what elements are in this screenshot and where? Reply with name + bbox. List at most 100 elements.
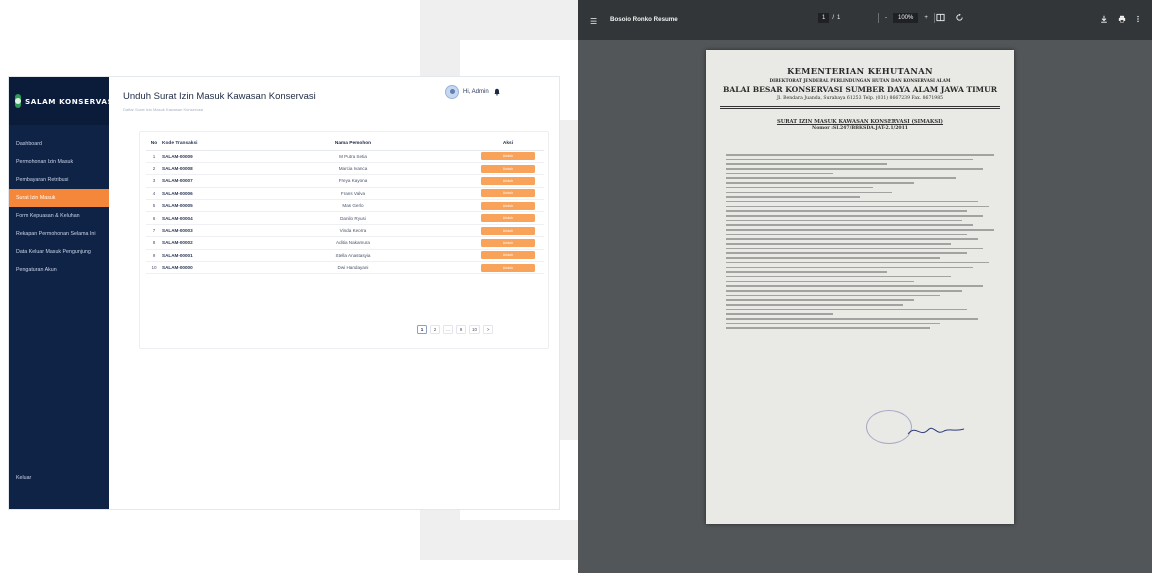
row-number: 5	[146, 199, 162, 213]
row-aksi: Unduh	[472, 261, 544, 275]
row-kode-transaksi: SALAM-00008	[162, 162, 234, 176]
download-icon[interactable]	[1100, 15, 1108, 23]
download-button[interactable]: Unduh	[481, 226, 535, 235]
sidebar-item[interactable]: Permohonan Izin Masuk	[9, 153, 109, 171]
download-button[interactable]: Unduh	[481, 164, 535, 173]
avatar[interactable]	[445, 85, 459, 99]
download-button[interactable]: Unduh	[481, 214, 535, 223]
zoom-level-input[interactable]: 100%	[893, 13, 919, 23]
download-button[interactable]: Unduh	[481, 189, 535, 198]
text-line	[726, 200, 978, 203]
download-button[interactable]: Unduh	[481, 152, 535, 161]
row-nama-pemohon: Vinda Keorra	[234, 224, 472, 238]
text-line	[726, 322, 941, 325]
actions-icons	[1100, 15, 1140, 23]
row-kode-transaksi: SALAM-00007	[162, 174, 234, 188]
page-indicator: 1 / 1	[818, 13, 840, 23]
table-row: 8 SALAM-00002 Aditia Nakamura Unduh	[146, 236, 544, 250]
row-number: 6	[146, 211, 162, 225]
table-body: 1 SALAM-00009 M Putra Setia Unduh 2 SALAM-000…	[146, 150, 544, 275]
signature	[907, 427, 965, 435]
sidebar-item[interactable]: Data Keluar Masuk Pengunjung	[9, 243, 109, 261]
fit-page-icon[interactable]	[936, 13, 945, 22]
zoom-out-button[interactable]: -	[885, 15, 887, 21]
text-line	[726, 210, 968, 212]
row-nama-pemohon: M Putra Setia	[234, 150, 472, 163]
toolbar-divider	[878, 13, 879, 23]
download-button[interactable]: Unduh	[481, 263, 535, 272]
logout-link[interactable]: Keluar	[16, 475, 31, 481]
letterhead-office: BALAI BESAR KONSERVASI SUMBER DAYA ALAM …	[722, 85, 998, 94]
sidebar-menu: Dashboard Permohonan Izin Masuk Pembayaran…	[9, 135, 109, 279]
user-menu[interactable]: Hi, Admin	[445, 85, 501, 99]
row-kode-transaksi: SALAM-00009	[162, 150, 234, 163]
download-button[interactable]: Unduh	[481, 201, 535, 210]
letterhead-directorate: DIREKTORAT JENDERAL PERLINDUNGAN HUTAN D…	[769, 78, 951, 83]
row-nama-pemohon: Aditia Nakamura	[234, 236, 472, 250]
pagination-item: ...	[443, 325, 453, 334]
table-row: 9 SALAM-00001 Stella Anastasyia Unduh	[146, 249, 544, 263]
page-title: Unduh Surat Izin Masuk Kawasan Konservas…	[123, 91, 316, 102]
bell-icon[interactable]	[493, 88, 501, 96]
row-kode-transaksi: SALAM-00006	[162, 187, 234, 201]
text-line	[726, 289, 962, 292]
rotate-icon[interactable]	[955, 13, 964, 22]
row-number: 7	[146, 224, 162, 238]
main-content: Unduh Surat Izin Masuk Kawasan Konservas…	[109, 77, 559, 509]
download-button[interactable]: Unduh	[481, 251, 535, 260]
pagination-item[interactable]: 9	[456, 325, 466, 334]
pagination: 1 2... 9 10 >	[417, 325, 494, 334]
text-line	[726, 205, 989, 208]
sidebar-item[interactable]: Pengaturan Akun	[9, 261, 109, 279]
row-nama-pemohon: Marcia Ivanca	[234, 162, 472, 176]
header-no: No	[146, 138, 162, 151]
brand[interactable]: SALAM KONSERVASI	[9, 77, 116, 125]
download-button[interactable]: Unduh	[481, 238, 535, 247]
text-line	[726, 191, 893, 194]
sidebar-item[interactable]: Rekapan Permohonan Selama Ini	[9, 225, 109, 243]
row-kode-transaksi: SALAM-00002	[162, 236, 234, 250]
table-row: 5 SALAM-00005 Mas Gerlo Unduh	[146, 199, 544, 213]
letterhead-ministry: KEMENTERIAN KEHUTANAN	[787, 66, 933, 76]
text-line	[726, 214, 984, 217]
print-icon[interactable]	[1118, 15, 1126, 23]
text-line	[726, 257, 941, 259]
row-nama-pemohon: Dwi Handayani	[234, 261, 472, 275]
sidebar-item[interactable]: Form Kepuasan & Keluhan	[9, 207, 109, 225]
download-button[interactable]: Unduh	[481, 176, 535, 185]
sidebar-item[interactable]: Pembayaran Retribusi	[9, 171, 109, 189]
text-line	[726, 285, 984, 287]
pagination-item[interactable]: 10	[469, 325, 481, 334]
row-number: 8	[146, 236, 162, 250]
pagination-item[interactable]: 2	[430, 325, 440, 334]
table-row: 7 SALAM-00003 Vinda Keorra Unduh	[146, 224, 544, 238]
text-line	[726, 196, 860, 198]
text-line	[726, 177, 957, 180]
sidebar-item[interactable]: Dashboard	[9, 135, 109, 153]
letterhead-address: Jl. Bendara Juanda, Surabaya 61253 Telp.…	[776, 96, 944, 101]
text-line	[726, 327, 930, 330]
transactions-card: No Kode Transaksi Nama Pemohon Aksi 1 SAL…	[139, 131, 549, 349]
document-title: Bosoio Ronko Resume	[610, 16, 678, 23]
row-aksi: Unduh	[472, 211, 544, 225]
table-row: 2 SALAM-00008 Marcia Ivanca Unduh	[146, 162, 544, 176]
sidebar-item[interactable]: Surat Izin Masuk	[9, 189, 109, 207]
text-line	[726, 219, 962, 222]
page-number-input[interactable]: 1	[818, 13, 830, 23]
text-line	[726, 280, 914, 283]
text-line	[726, 238, 978, 240]
view-icons	[936, 13, 964, 22]
zoom-in-button[interactable]: +	[924, 15, 928, 21]
text-line	[726, 224, 973, 226]
more-icon[interactable]	[1136, 15, 1140, 23]
row-aksi: Unduh	[472, 150, 544, 163]
user-greeting: Hi, Admin	[463, 89, 489, 95]
pagination-item[interactable]: >	[483, 325, 494, 334]
row-number: 3	[146, 174, 162, 188]
text-line	[726, 318, 978, 320]
pagination-item[interactable]: 1	[417, 325, 427, 334]
row-nama-pemohon: Stella Anastasyia	[234, 249, 472, 263]
table-row: 1 SALAM-00009 M Putra Setia Unduh	[146, 150, 544, 163]
app-window: SALAM KONSERVASI Dashboard Permohonan Izi…	[8, 76, 560, 510]
menu-icon[interactable]: ☰	[590, 17, 597, 26]
